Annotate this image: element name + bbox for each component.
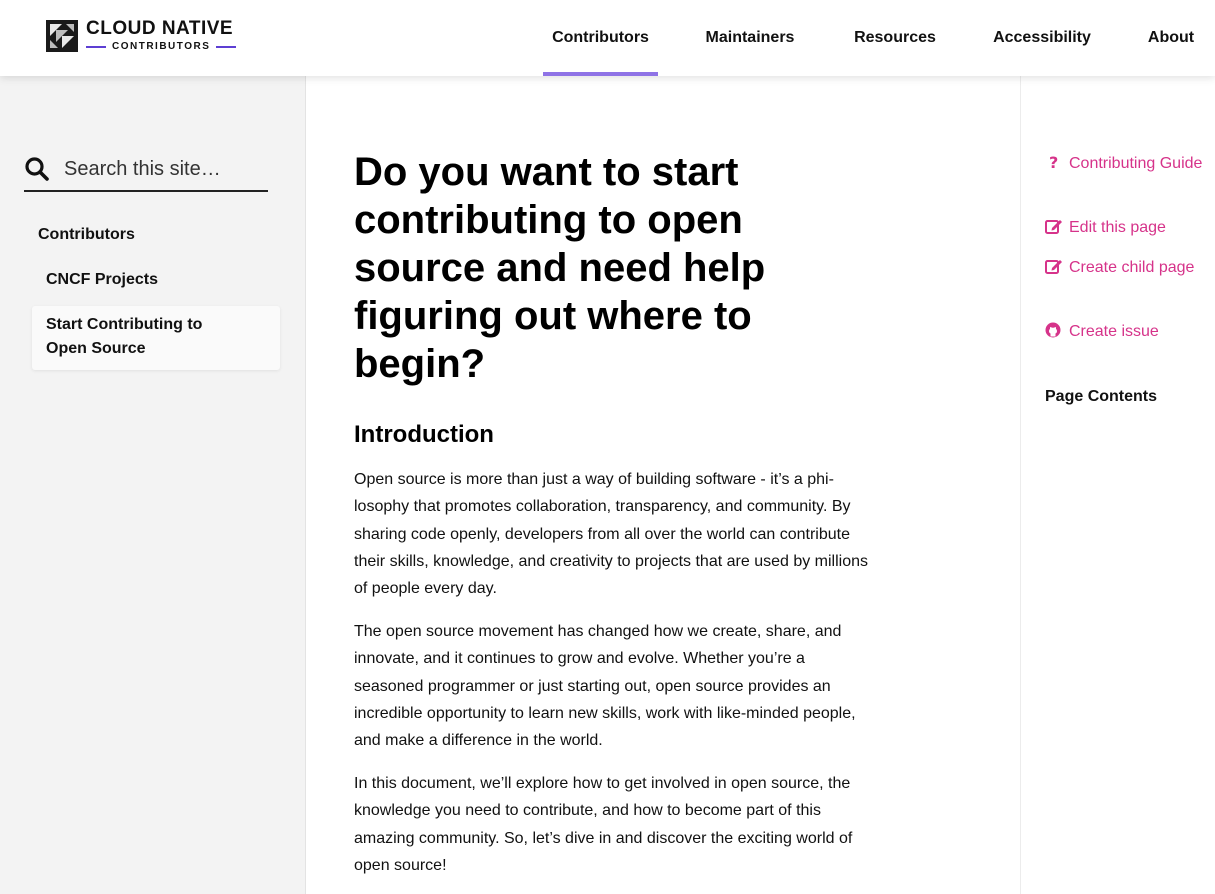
intro-paragraph-2: The open source movement has changed how…	[354, 623, 856, 750]
search-input[interactable]	[64, 157, 254, 181]
sidebar-item-start-contributing[interactable]: Start Contributing to Open Source	[46, 313, 246, 361]
left-sidebar: Contributors CNCF Projects Start Contrib…	[0, 76, 306, 894]
contributing-guide-link[interactable]: ? Contributing Guide	[1045, 152, 1205, 176]
search-box	[24, 148, 268, 192]
edit-page-link[interactable]: Edit this page	[1045, 216, 1205, 240]
nav-maintainers[interactable]: Maintainers	[702, 0, 798, 76]
nav-accessibility[interactable]: Accessibility	[989, 0, 1095, 76]
nav-contributors[interactable]: Contributors	[543, 0, 658, 76]
logo-subtitle: CONTRIBUTORS	[86, 41, 237, 53]
right-sidebar: ? Contributing Guide Edit this page Crea…	[1020, 76, 1215, 894]
intro-paragraph-1: Open source is more than just a way of b…	[354, 471, 869, 598]
intro-paragraph-3: In this document, we’ll explore how to g…	[354, 775, 853, 874]
section-heading-introduction: Introduction	[354, 421, 494, 448]
site-header: CLOUD NATIVE CONTRIBUTORS Contributors M…	[0, 0, 1215, 76]
page-contents-heading: Page Contents	[1045, 388, 1158, 405]
search-icon[interactable]	[24, 156, 50, 182]
main-content: Do you want to start contributing to ope…	[306, 76, 1020, 894]
cncf-logo-icon	[46, 20, 78, 52]
nav-about[interactable]: About	[1145, 0, 1197, 76]
create-issue-link[interactable]: Create issue	[1045, 320, 1205, 344]
github-icon	[1045, 322, 1061, 338]
edit-icon	[1045, 260, 1062, 274]
nav-resources[interactable]: Resources	[851, 0, 939, 76]
svg-text:?: ?	[1049, 154, 1058, 170]
question-icon: ?	[1049, 154, 1058, 170]
create-child-page-link[interactable]: Create child page	[1045, 256, 1205, 280]
sidebar-section-contributors[interactable]: Contributors	[38, 223, 135, 247]
site-logo[interactable]: CLOUD NATIVE CONTRIBUTORS	[46, 18, 237, 53]
sidebar-item-cncf-projects[interactable]: CNCF Projects	[46, 268, 158, 292]
edit-icon	[1045, 220, 1062, 234]
logo-title: CLOUD NATIVE	[86, 18, 234, 39]
page-title: Do you want to start contributing to ope…	[354, 150, 766, 386]
